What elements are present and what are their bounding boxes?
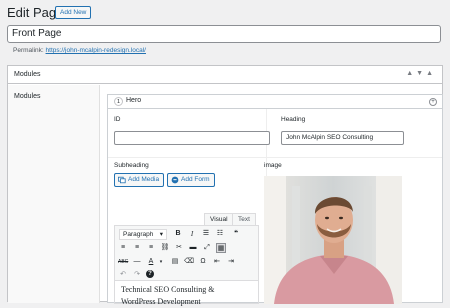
form-icon — [171, 176, 179, 184]
id-input[interactable] — [114, 131, 270, 145]
heading-label: Heading — [281, 116, 306, 123]
unlink-icon[interactable]: ✂ — [174, 243, 184, 253]
content-line-2: WordPress Development — [121, 297, 201, 306]
italic-icon[interactable]: I — [187, 229, 197, 239]
media-icon — [118, 176, 126, 184]
blockquote-icon[interactable]: ❝ — [231, 229, 241, 239]
align-left-icon[interactable]: ≡ — [118, 243, 128, 253]
special-character-icon[interactable]: Ω — [198, 257, 208, 267]
fullscreen-icon[interactable]: ⤢ — [202, 243, 212, 253]
permalink-link[interactable]: https://john-mcalpin-redesign.local/ — [46, 47, 146, 54]
read-more-icon[interactable]: ▬ — [188, 243, 198, 253]
layout-order-number[interactable]: 1 — [114, 97, 123, 106]
content-line-1: Technical SEO Consulting & — [121, 285, 215, 294]
redo-icon[interactable]: ↷ — [132, 270, 142, 280]
align-center-icon[interactable]: ≡ — [132, 243, 142, 253]
indent-icon[interactable]: ⇥ — [226, 257, 236, 267]
heading-input[interactable]: John McAlpin SEO Consulting — [281, 131, 404, 145]
editor-toolbar: Paragraph ▾ B I ☰ ☷ ❝ ≡ ≡ ≡ ⛓ ✂ ▬ ⤢ ▦ AB… — [115, 226, 258, 281]
hero-image[interactable] — [264, 176, 402, 304]
clear-formatting-icon[interactable]: ⌫ — [184, 257, 194, 267]
modules-field-label: Modules — [14, 93, 41, 100]
tab-text[interactable]: Text — [232, 213, 256, 225]
format-select-value: Paragraph — [123, 231, 154, 238]
add-form-button[interactable]: Add Form — [167, 173, 215, 187]
layout-header[interactable]: 1 Hero + — [108, 95, 442, 109]
portrait-photo — [264, 176, 402, 304]
permalink-row: Permalink: https://john-mcalpin-redesign… — [13, 47, 146, 54]
permalink-label: Permalink: — [13, 47, 44, 54]
outdent-icon[interactable]: ⇤ — [212, 257, 222, 267]
add-media-button[interactable]: Add Media — [114, 173, 165, 187]
image-label: image — [264, 162, 282, 169]
postbox-header: Modules ▲▼▲ — [8, 66, 442, 84]
strikethrough-icon[interactable]: ABC — [118, 257, 128, 267]
numbered-list-icon[interactable]: ☷ — [215, 229, 225, 239]
chevron-down-icon: ▾ — [159, 231, 163, 238]
format-select[interactable]: Paragraph ▾ — [119, 229, 167, 240]
move-up-icon[interactable]: ▲ — [406, 70, 416, 77]
postbox-controls: ▲▼▲ — [406, 70, 436, 77]
post-title-input[interactable]: Front Page — [7, 25, 441, 43]
help-icon[interactable]: ? — [146, 270, 154, 278]
wysiwyg-editor: Paragraph ▾ B I ☰ ☷ ❝ ≡ ≡ ≡ ⛓ ✂ ▬ ⤢ ▦ AB… — [114, 225, 259, 306]
paste-text-icon[interactable]: ▤ — [170, 257, 180, 267]
add-new-button[interactable]: Add New — [55, 6, 92, 19]
id-label: ID — [114, 116, 121, 123]
chevron-down-icon[interactable]: ▾ — [156, 257, 166, 267]
align-right-icon[interactable]: ≡ — [146, 243, 156, 253]
modules-postbox: Modules ▲▼▲ Modules 1 Hero + ID Heading … — [7, 65, 443, 306]
undo-icon[interactable]: ↶ — [118, 270, 128, 280]
field-label-column: Modules — [8, 85, 100, 303]
row-divider — [108, 157, 442, 158]
link-icon[interactable]: ⛓ — [160, 243, 170, 253]
add-form-label: Add Form — [181, 176, 210, 183]
horizontal-line-icon[interactable]: — — [132, 257, 142, 267]
toolbar-toggle-icon[interactable]: ▦ — [216, 243, 226, 253]
layout-hero: 1 Hero + ID Heading John McAlpin SEO Con… — [107, 94, 443, 306]
add-media-label: Add Media — [128, 176, 160, 183]
editor-tabs: Visual Text — [204, 213, 260, 225]
subheading-label: Subheading — [114, 162, 149, 169]
bold-icon[interactable]: B — [173, 229, 183, 239]
collapse-icon[interactable]: ▲ — [426, 70, 436, 77]
tab-visual[interactable]: Visual — [204, 213, 234, 225]
editor-content[interactable]: Technical SEO Consulting & WordPress Dev… — [121, 284, 251, 308]
text-color-icon[interactable]: A — [146, 257, 156, 267]
move-down-icon[interactable]: ▼ — [416, 70, 426, 77]
add-layout-icon[interactable]: + — [429, 98, 437, 106]
bullet-list-icon[interactable]: ☰ — [201, 229, 211, 239]
layout-name: Hero — [126, 97, 142, 104]
postbox-title: Modules — [14, 71, 41, 78]
